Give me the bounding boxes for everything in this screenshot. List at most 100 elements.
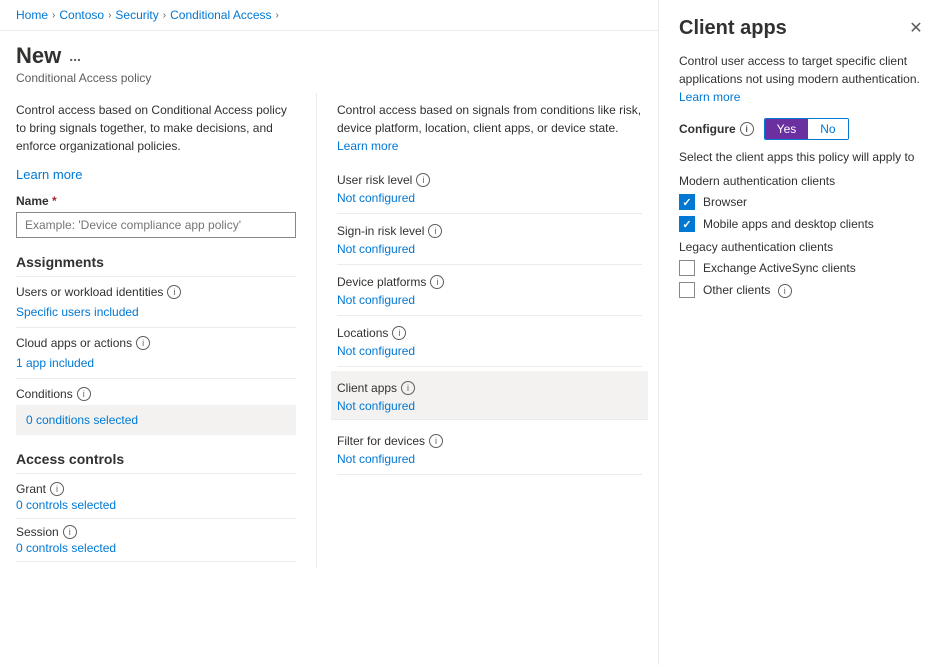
breadcrumb-contoso[interactable]: Contoso: [59, 8, 104, 22]
breadcrumb: Home › Contoso › Security › Conditional …: [0, 0, 658, 31]
cloud-label: Cloud apps or actions i: [16, 336, 296, 350]
legacy-auth-title: Legacy authentication clients: [679, 240, 928, 254]
sign-in-label: Sign-in risk level i: [337, 218, 642, 238]
configure-row: Configure i Yes No: [679, 118, 928, 140]
toggle-no[interactable]: No: [808, 119, 847, 139]
assignments-header: Assignments: [16, 254, 296, 277]
locations-label-text: Locations: [337, 326, 388, 340]
filter-label: Filter for devices i: [337, 428, 642, 448]
right-column: Control access based on signals from con…: [316, 93, 642, 568]
filter-info-icon[interactable]: i: [429, 434, 443, 448]
page-subtitle: Conditional Access policy: [16, 71, 642, 85]
configure-label: Configure i: [679, 122, 754, 136]
browser-label: Browser: [703, 195, 747, 209]
session-row: Session i 0 controls selected: [16, 525, 296, 562]
filter-value[interactable]: Not configured: [337, 450, 642, 468]
exchange-label: Exchange ActiveSync clients: [703, 261, 856, 275]
panel-desc-text: Control user access to target specific c…: [679, 54, 920, 86]
grant-row: Grant i 0 controls selected: [16, 482, 296, 519]
device-platforms-label-text: Device platforms: [337, 275, 426, 289]
session-label-text: Session: [16, 525, 59, 539]
breadcrumb-security[interactable]: Security: [115, 8, 158, 22]
panel-title: Client apps: [679, 17, 787, 40]
client-apps-panel: Client apps ✕ Control user access to tar…: [658, 0, 948, 665]
browser-checkbox[interactable]: [679, 194, 695, 210]
legacy-auth-group: Legacy authentication clients Exchange A…: [679, 240, 928, 298]
session-value[interactable]: 0 controls selected: [16, 541, 296, 562]
toggle-yes[interactable]: Yes: [765, 119, 809, 139]
locations-info-icon[interactable]: i: [392, 326, 406, 340]
title-ellipsis[interactable]: ...: [69, 48, 81, 64]
users-label-text: Users or workload identities: [16, 285, 163, 299]
name-label-text: Name: [16, 194, 49, 208]
locations-label: Locations i: [337, 320, 642, 340]
breadcrumb-home[interactable]: Home: [16, 8, 48, 22]
mobile-apps-checkbox[interactable]: [679, 216, 695, 232]
configure-label-text: Configure: [679, 122, 736, 136]
client-apps-label-text: Client apps: [337, 381, 397, 395]
user-risk-info-icon[interactable]: i: [416, 173, 430, 187]
checkbox-mobile-apps: Mobile apps and desktop clients: [679, 216, 928, 232]
locations-row: Locations i Not configured: [337, 320, 642, 367]
modern-auth-title: Modern authentication clients: [679, 174, 928, 188]
device-platforms-info-icon[interactable]: i: [430, 275, 444, 289]
configure-info-icon[interactable]: i: [740, 122, 754, 136]
user-risk-row: User risk level i Not configured: [337, 167, 642, 214]
right-learn-more[interactable]: Learn more: [337, 139, 398, 153]
conditions-label: Conditions i: [16, 387, 296, 401]
panel-learn-more[interactable]: Learn more: [679, 90, 740, 104]
exchange-checkbox[interactable]: [679, 260, 695, 276]
sign-in-value[interactable]: Not configured: [337, 240, 642, 258]
session-label: Session i: [16, 525, 296, 539]
users-section: Users or workload identities i Specific …: [16, 285, 296, 328]
conditions-section: Conditions i 0 conditions selected: [16, 387, 296, 435]
breadcrumb-conditional-access[interactable]: Conditional Access: [170, 8, 271, 22]
other-clients-label-text: Other clients: [703, 283, 770, 297]
conditions-info-icon[interactable]: i: [77, 387, 91, 401]
sign-in-info-icon[interactable]: i: [428, 224, 442, 238]
other-clients-checkbox[interactable]: [679, 282, 695, 298]
user-risk-value[interactable]: Not configured: [337, 189, 642, 207]
panel-header: Client apps ✕: [679, 16, 928, 40]
cloud-label-text: Cloud apps or actions: [16, 336, 132, 350]
close-button[interactable]: ✕: [904, 16, 928, 40]
client-apps-row: Client apps i Not configured: [331, 371, 648, 420]
name-input[interactable]: [16, 212, 296, 238]
checkbox-browser: Browser: [679, 194, 928, 210]
left-learn-more[interactable]: Learn more: [16, 167, 82, 182]
conditions-value[interactable]: 0 conditions selected: [26, 413, 286, 427]
apply-text: Select the client apps this policy will …: [679, 150, 928, 164]
breadcrumb-sep-3: ›: [163, 10, 166, 21]
device-platforms-row: Device platforms i Not configured: [337, 269, 642, 316]
breadcrumb-sep-1: ›: [52, 10, 55, 21]
checkbox-exchange: Exchange ActiveSync clients: [679, 260, 928, 276]
grant-value[interactable]: 0 controls selected: [16, 498, 296, 519]
cloud-value[interactable]: 1 app included: [16, 352, 296, 379]
grant-label: Grant i: [16, 482, 296, 496]
filter-label-text: Filter for devices: [337, 434, 425, 448]
left-column: Control access based on Conditional Acce…: [16, 93, 316, 568]
breadcrumb-sep-4: ›: [276, 10, 279, 21]
client-apps-value[interactable]: Not configured: [337, 397, 642, 415]
checkbox-other-clients: Other clients i: [679, 282, 928, 298]
filter-devices-row: Filter for devices i Not configured: [337, 428, 642, 475]
client-apps-info-icon[interactable]: i: [401, 381, 415, 395]
other-clients-info-icon[interactable]: i: [778, 284, 792, 298]
device-platforms-value[interactable]: Not configured: [337, 291, 642, 309]
name-required-indicator: *: [52, 194, 57, 208]
access-controls-header: Access controls: [16, 451, 296, 474]
session-info-icon[interactable]: i: [63, 525, 77, 539]
grant-info-icon[interactable]: i: [50, 482, 64, 496]
cloud-info-icon[interactable]: i: [136, 336, 150, 350]
users-label: Users or workload identities i: [16, 285, 296, 299]
title-text: New: [16, 43, 61, 69]
cloud-apps-section: Cloud apps or actions i 1 app included: [16, 336, 296, 379]
modern-auth-group: Modern authentication clients Browser Mo…: [679, 174, 928, 232]
panel-description: Control user access to target specific c…: [679, 52, 928, 106]
content-area: Control access based on Conditional Acce…: [0, 93, 658, 568]
locations-value[interactable]: Not configured: [337, 342, 642, 360]
name-label: Name *: [16, 194, 296, 208]
users-info-icon[interactable]: i: [167, 285, 181, 299]
users-value[interactable]: Specific users included: [16, 301, 296, 328]
sign-in-label-text: Sign-in risk level: [337, 224, 424, 238]
